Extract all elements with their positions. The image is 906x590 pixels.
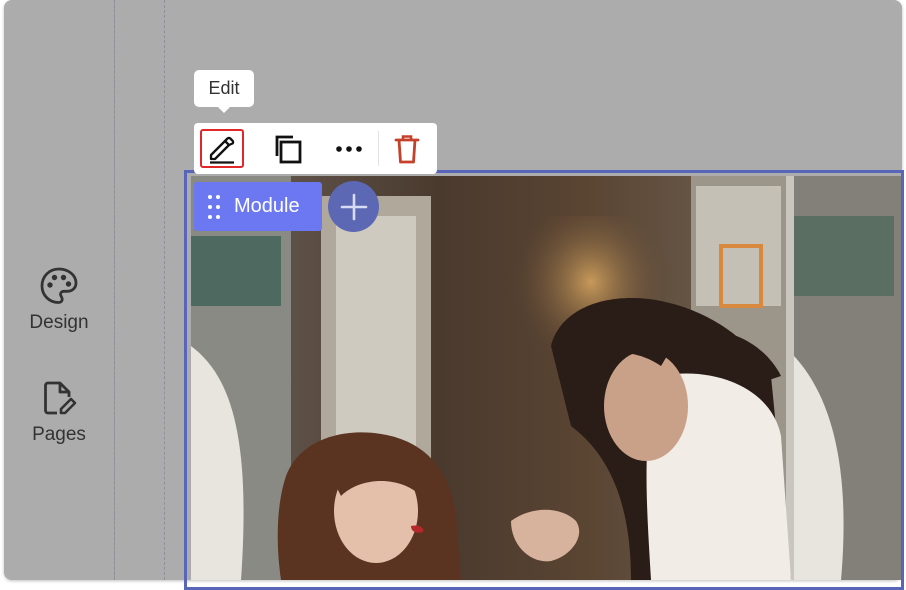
more-options-button[interactable] xyxy=(325,123,373,174)
duplicate-icon xyxy=(275,135,302,163)
module-toolbar xyxy=(194,123,437,174)
tooltip-text: Edit xyxy=(208,78,240,98)
palette-icon xyxy=(40,267,78,304)
edit-button[interactable] xyxy=(200,129,244,168)
more-icon xyxy=(336,145,362,152)
module-selection-frame xyxy=(184,170,904,590)
plus-icon xyxy=(340,193,367,220)
module-label-chip[interactable]: Module xyxy=(194,182,322,231)
sidebar: Design Pages xyxy=(4,0,115,580)
drag-handle-icon[interactable] xyxy=(207,194,221,220)
trash-icon xyxy=(394,134,420,163)
duplicate-button[interactable] xyxy=(264,123,312,174)
sidebar-item-label: Pages xyxy=(32,424,86,445)
toolbar-divider xyxy=(378,131,379,166)
guide-line xyxy=(114,0,115,580)
add-module-button[interactable] xyxy=(328,181,379,232)
module-label: Module xyxy=(234,195,300,217)
pencil-icon xyxy=(209,136,235,164)
sidebar-item-label: Design xyxy=(29,312,89,333)
edit-tooltip: Edit xyxy=(194,70,254,113)
page-edit-icon xyxy=(44,381,77,415)
sidebar-item-pages[interactable]: Pages xyxy=(4,378,114,446)
delete-button[interactable] xyxy=(383,123,431,174)
sidebar-item-design[interactable]: Design xyxy=(4,266,114,334)
guide-line xyxy=(164,0,165,580)
